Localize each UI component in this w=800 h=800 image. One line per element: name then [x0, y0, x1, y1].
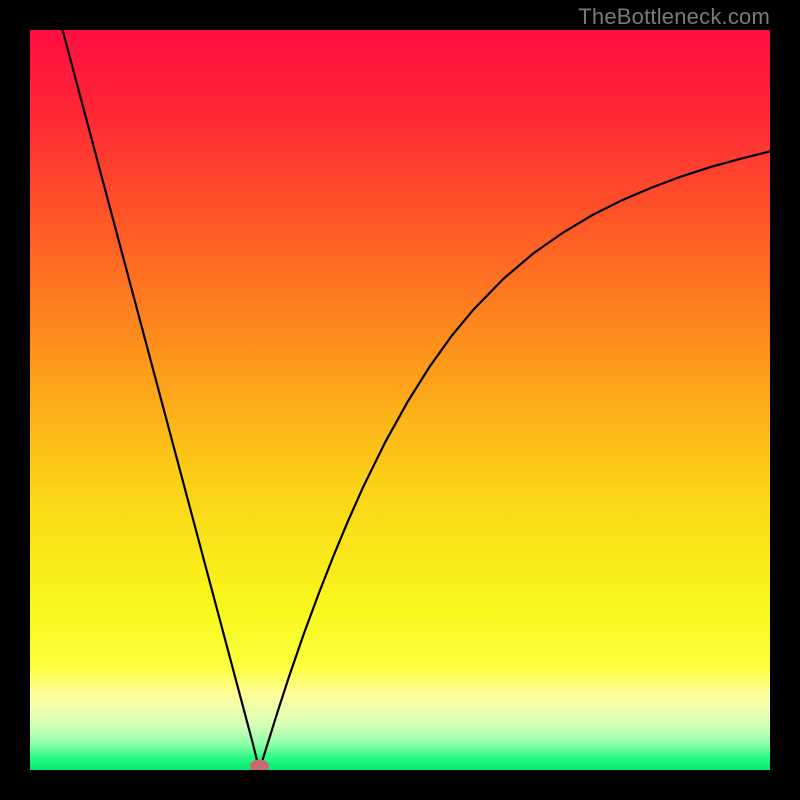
minimum-marker: [250, 760, 268, 770]
curve-layer: [30, 30, 770, 770]
watermark-text: TheBottleneck.com: [578, 4, 770, 30]
plot-area: [30, 30, 770, 770]
bottleneck-curve: [63, 30, 770, 770]
chart-frame: TheBottleneck.com: [0, 0, 800, 800]
